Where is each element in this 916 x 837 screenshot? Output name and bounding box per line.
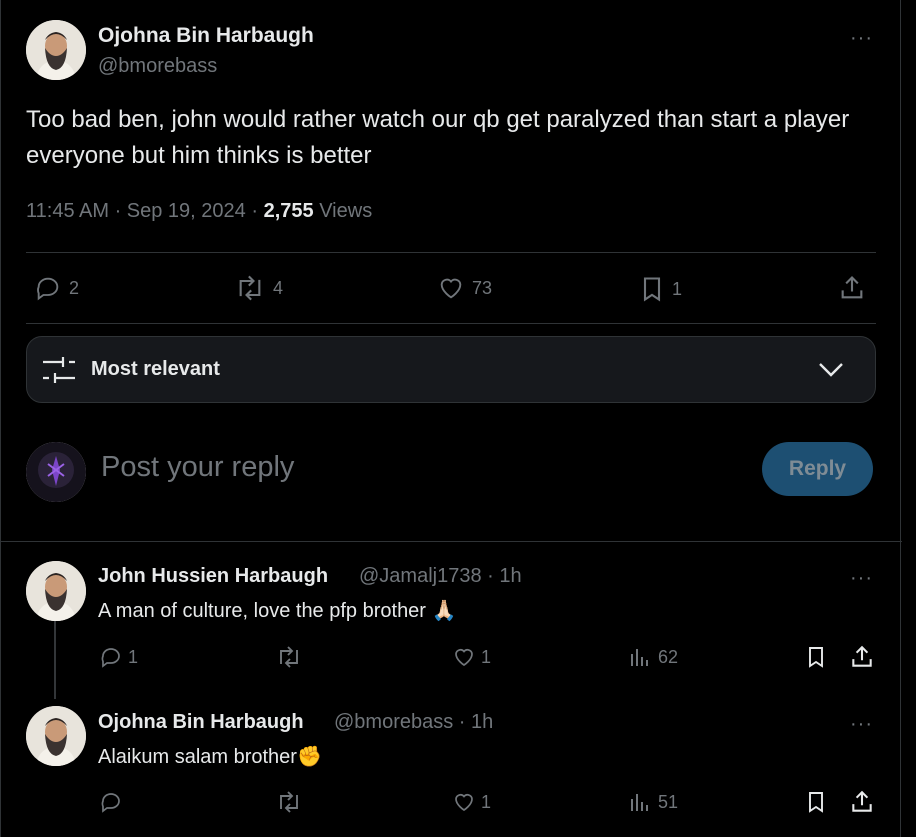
heart-icon xyxy=(455,649,473,667)
repost-count: 4 xyxy=(273,277,284,298)
reply-count: 2 xyxy=(69,277,80,298)
views-action[interactable]: 51 xyxy=(628,790,678,814)
reply-avatar[interactable] xyxy=(26,561,86,621)
author-name[interactable]: Ojohna Bin Harbaugh xyxy=(98,24,314,48)
reply-author-name[interactable]: John Hussien Harbaugh xyxy=(98,565,328,588)
reply-handle-time[interactable]: @Jamalj1738 · 1h xyxy=(359,565,522,588)
share-icon xyxy=(852,645,872,667)
avatar-image xyxy=(26,442,86,502)
repost-icon xyxy=(280,791,298,813)
views-action[interactable]: 62 xyxy=(628,645,678,669)
repost-action[interactable] xyxy=(274,645,310,669)
bookmark-action[interactable] xyxy=(804,644,828,670)
reply-count: 1 xyxy=(128,646,139,667)
tweet-meta: 11:45 AM · Sep 19, 2024 · 2,755 Views xyxy=(26,200,372,223)
heart-icon xyxy=(440,278,462,299)
filter-sliders-icon xyxy=(43,357,75,383)
repost-action[interactable] xyxy=(274,790,310,814)
reply-avatar[interactable] xyxy=(26,706,86,766)
like-count: 1 xyxy=(481,646,492,667)
more-options-icon[interactable]: ··· xyxy=(850,28,873,48)
tweet-text: Too bad ben, john would rather watch our… xyxy=(26,106,850,169)
repost-icon xyxy=(280,646,298,668)
reply-author-name[interactable]: Ojohna Bin Harbaugh xyxy=(98,711,304,734)
bookmark-action[interactable] xyxy=(804,789,828,815)
comment-icon xyxy=(101,793,120,813)
avatar-image xyxy=(26,561,86,621)
author-handle[interactable]: @bmorebass xyxy=(98,55,217,78)
reply-text: Alaikum salam brother✊ xyxy=(98,746,322,768)
comment-icon xyxy=(37,277,59,301)
divider xyxy=(26,252,876,253)
views-count: 62 xyxy=(658,646,679,667)
chevron-down-icon xyxy=(819,363,843,377)
more-options-icon[interactable]: ··· xyxy=(850,714,873,734)
bookmark-action[interactable]: 1 xyxy=(638,274,682,304)
current-user-avatar[interactable] xyxy=(26,442,86,502)
share-action[interactable] xyxy=(849,644,875,670)
avatar-image xyxy=(26,706,86,766)
bookmark-icon xyxy=(809,792,823,813)
like-action[interactable]: 1 xyxy=(451,645,491,669)
reply-action[interactable]: 1 xyxy=(98,645,138,669)
share-icon xyxy=(841,276,863,299)
sort-label: Most relevant xyxy=(91,358,220,380)
more-options-icon[interactable]: ··· xyxy=(850,568,873,588)
repost-icon xyxy=(239,275,261,301)
views-count: 2,755 xyxy=(263,200,314,222)
sort-replies-dropdown[interactable]: Most relevant xyxy=(26,336,876,403)
share-action[interactable] xyxy=(837,274,867,302)
like-action[interactable]: 73 xyxy=(436,274,492,302)
thread-connector xyxy=(54,621,56,699)
like-count: 73 xyxy=(472,277,493,298)
like-action[interactable]: 1 xyxy=(451,790,491,814)
heart-icon xyxy=(455,794,473,812)
author-avatar[interactable] xyxy=(26,20,86,80)
views-label: Views xyxy=(319,200,373,222)
divider xyxy=(1,541,902,542)
reply-action[interactable]: 2 xyxy=(33,274,79,302)
tweet-timestamp[interactable]: 11:45 AM · Sep 19, 2024 · xyxy=(26,200,258,222)
share-icon xyxy=(852,790,872,812)
comment-icon xyxy=(101,648,120,668)
bookmark-icon xyxy=(809,647,823,668)
repost-action[interactable]: 4 xyxy=(233,274,283,302)
analytics-bars-icon xyxy=(631,794,648,811)
bookmark-icon xyxy=(643,277,661,302)
views-count: 51 xyxy=(658,791,679,812)
reply-button[interactable]: Reply xyxy=(762,442,873,496)
share-action[interactable] xyxy=(849,789,875,815)
analytics-bars-icon xyxy=(631,649,648,666)
divider xyxy=(26,323,876,324)
reply-action[interactable] xyxy=(98,790,130,814)
reply-handle-time[interactable]: @bmorebass · 1h xyxy=(334,711,493,734)
bookmark-count: 1 xyxy=(672,278,683,299)
reply-text: A man of culture, love the pfp brother 🙏… xyxy=(98,600,457,622)
tweet-detail-panel: Ojohna Bin Harbaugh @bmorebass ··· Too b… xyxy=(0,0,902,837)
reply-input[interactable]: Post your reply xyxy=(101,451,294,484)
avatar-image xyxy=(26,20,86,80)
like-count: 1 xyxy=(481,791,492,812)
